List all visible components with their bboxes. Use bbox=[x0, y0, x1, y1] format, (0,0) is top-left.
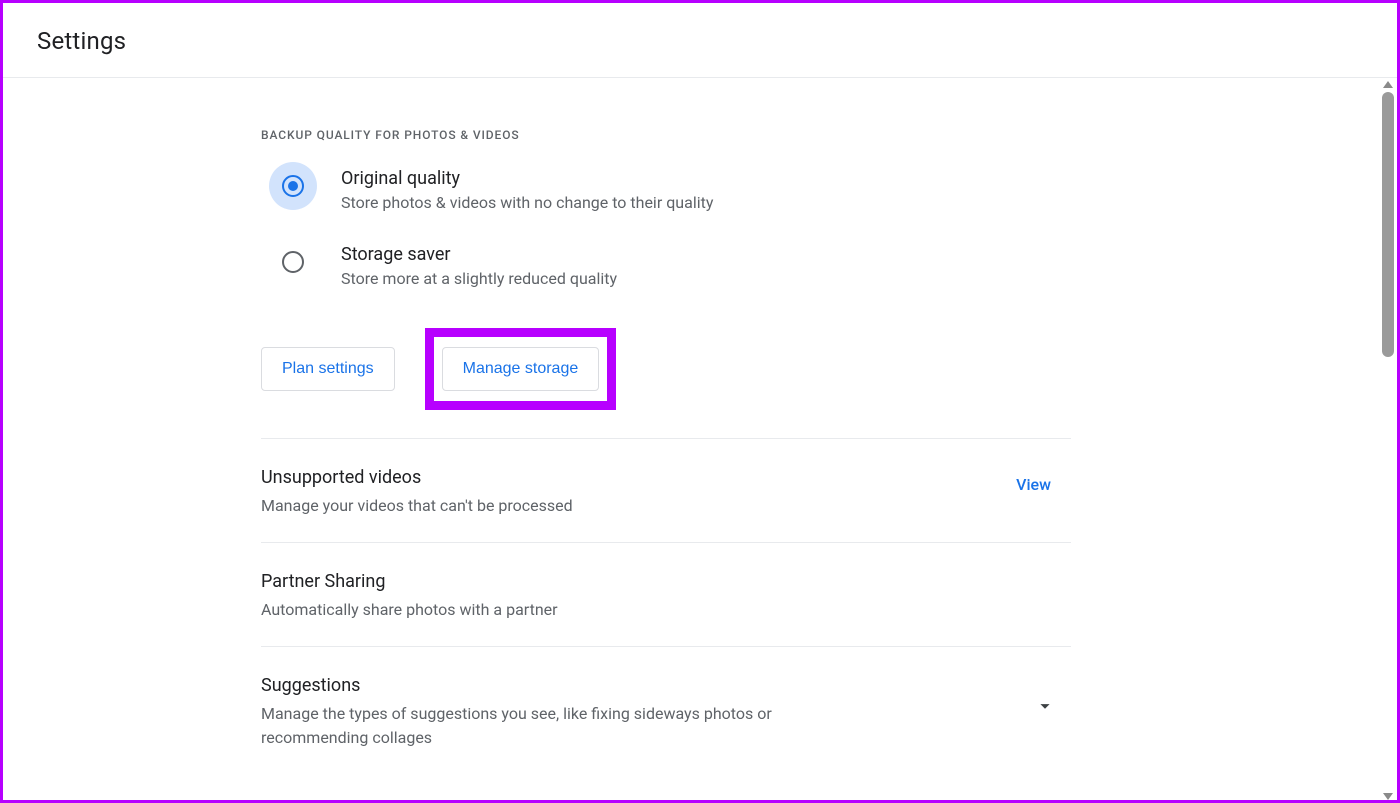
row-unsupported-videos[interactable]: Unsupported videos Manage your videos th… bbox=[261, 439, 1071, 543]
radio-text: Storage saver Store more at a slightly r… bbox=[341, 244, 617, 288]
plan-settings-button[interactable]: Plan settings bbox=[261, 347, 395, 391]
scroll-up-icon[interactable] bbox=[1383, 81, 1393, 88]
scrollbar[interactable] bbox=[1379, 78, 1397, 803]
option-subtitle: Store photos & videos with no change to … bbox=[341, 193, 713, 212]
page-title: Settings bbox=[37, 27, 1363, 55]
scroll-area: BACKUP QUALITY FOR PHOTOS & VIDEOS Origi… bbox=[3, 78, 1397, 803]
highlight-box: Manage storage bbox=[425, 328, 617, 410]
manage-storage-button[interactable]: Manage storage bbox=[442, 347, 600, 391]
radio-button-icon bbox=[269, 238, 317, 286]
row-suggestions[interactable]: Suggestions Manage the types of suggesti… bbox=[261, 647, 1071, 774]
header: Settings bbox=[3, 3, 1397, 78]
scroll-down-icon[interactable] bbox=[1383, 793, 1393, 800]
option-subtitle: Store more at a slightly reduced quality bbox=[341, 269, 617, 288]
option-title: Original quality bbox=[341, 168, 713, 189]
radio-storage-saver[interactable]: Storage saver Store more at a slightly r… bbox=[261, 244, 1071, 288]
row-title: Suggestions bbox=[261, 675, 861, 696]
row-partner-sharing[interactable]: Partner Sharing Automatically share phot… bbox=[261, 543, 1071, 647]
row-subtitle: Manage your videos that can't be process… bbox=[261, 494, 573, 518]
row-title: Unsupported videos bbox=[261, 467, 573, 488]
row-title: Partner Sharing bbox=[261, 571, 558, 592]
chevron-down-icon bbox=[1034, 675, 1071, 721]
button-row: Plan settings Manage storage bbox=[261, 328, 1071, 410]
radio-text: Original quality Store photos & videos w… bbox=[341, 168, 713, 212]
backup-quality-section-label: BACKUP QUALITY FOR PHOTOS & VIDEOS bbox=[261, 128, 1071, 142]
view-link[interactable]: View bbox=[1016, 467, 1071, 494]
radio-button-icon bbox=[269, 162, 317, 210]
row-subtitle: Manage the types of suggestions you see,… bbox=[261, 702, 861, 750]
settings-content: BACKUP QUALITY FOR PHOTOS & VIDEOS Origi… bbox=[261, 78, 1071, 774]
option-title: Storage saver bbox=[341, 244, 617, 265]
radio-original-quality[interactable]: Original quality Store photos & videos w… bbox=[261, 168, 1071, 212]
row-subtitle: Automatically share photos with a partne… bbox=[261, 598, 558, 622]
scrollbar-thumb[interactable] bbox=[1382, 92, 1394, 357]
